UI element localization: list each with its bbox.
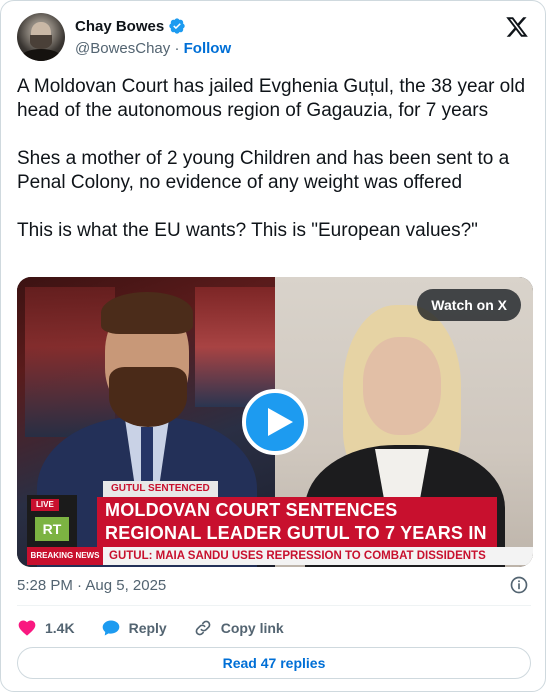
play-icon	[268, 408, 293, 436]
verified-badge-icon	[169, 18, 185, 34]
channel-logo: RT	[35, 517, 69, 541]
news-headline: MOLDOVAN COURT SENTENCES REGIONAL LEADER…	[97, 497, 497, 566]
handle-separator: ·	[174, 40, 180, 57]
author-handle-row: @BowesChay · Follow	[75, 40, 231, 57]
reply-label: Reply	[128, 620, 167, 636]
like-count: 1.4K	[45, 620, 75, 636]
x-logo-icon[interactable]	[505, 15, 529, 39]
breaking-news-label: BREAKING NEWS	[27, 547, 103, 565]
news-lower-third: GUTUL SENTENCED LIVE RT MOLDOVAN COURT S…	[27, 481, 533, 567]
tweet-paragraph-1: A Moldovan Court has jailed Evghenia Guț…	[17, 76, 531, 121]
author-name-row: Chay Bowes	[75, 17, 186, 35]
author-avatar[interactable]	[17, 13, 65, 61]
tweet-actions: 1.4K Reply Copy link	[17, 617, 310, 639]
watch-on-x-button[interactable]: Watch on X	[417, 289, 521, 321]
tweet-paragraph-2: Shes a mother of 2 young Children and ha…	[17, 148, 515, 193]
divider	[17, 605, 531, 606]
copy-link-button[interactable]: Copy link	[193, 618, 284, 638]
live-label: LIVE	[31, 499, 59, 511]
news-ticker: GUTUL: MAIA SANDU USES REPRESSION TO COM…	[103, 547, 533, 565]
story-tag: GUTUL SENTENCED	[103, 481, 218, 497]
tweet-embed-card: Chay Bowes @BowesChay · Follow A Moldova…	[0, 0, 546, 692]
read-replies-button[interactable]: Read 47 replies	[17, 647, 531, 679]
tweet-header: Chay Bowes @BowesChay · Follow	[17, 13, 533, 63]
tweet-text: A Moldovan Court has jailed Evghenia Guț…	[17, 75, 529, 243]
reply-bubble-icon	[102, 620, 119, 636]
copy-link-label: Copy link	[220, 620, 284, 636]
link-icon	[195, 620, 211, 636]
reply-button[interactable]: Reply	[101, 618, 167, 638]
info-icon[interactable]	[509, 575, 529, 595]
tweet-paragraph-3: This is what the EU wants? This is "Euro…	[17, 220, 478, 241]
heart-icon	[18, 620, 36, 636]
like-button[interactable]: 1.4K	[17, 618, 75, 638]
video-player[interactable]: GUTUL SENTENCED LIVE RT MOLDOVAN COURT S…	[17, 277, 533, 567]
follow-button[interactable]: Follow	[184, 40, 232, 57]
live-badge: LIVE RT	[27, 495, 77, 547]
author-name[interactable]: Chay Bowes	[75, 18, 164, 35]
play-button[interactable]	[242, 389, 308, 455]
tweet-timestamp[interactable]: 5:28 PM · Aug 5, 2025	[17, 577, 166, 594]
author-handle[interactable]: @BowesChay	[75, 40, 170, 57]
